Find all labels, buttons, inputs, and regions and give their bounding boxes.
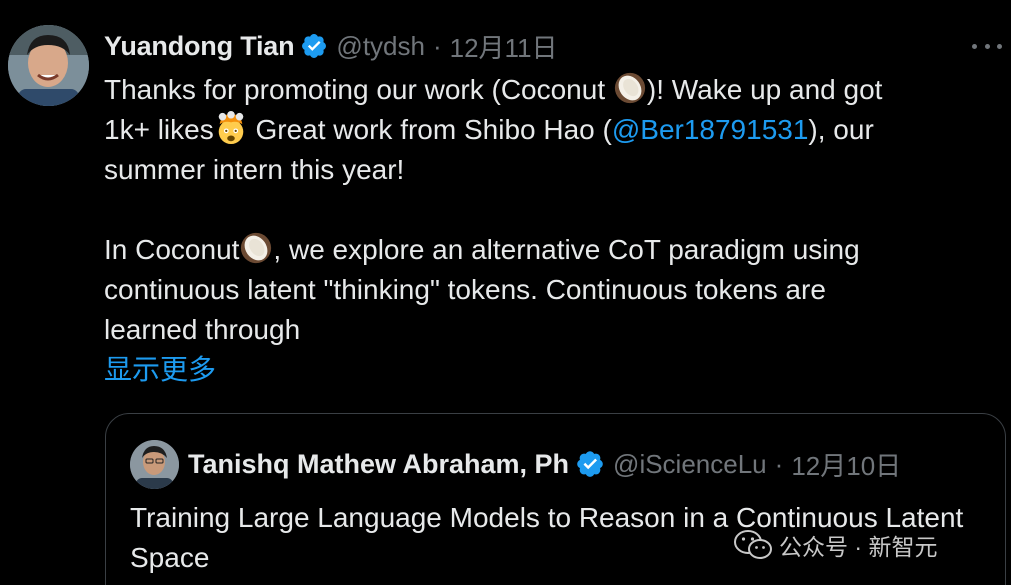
coconut-emoji-icon bbox=[241, 232, 272, 264]
quoted-header-separator: · bbox=[774, 448, 784, 479]
coconut-emoji-icon bbox=[614, 72, 646, 104]
tweet-header: Yuandong Tian @tydsh · 12月11日 bbox=[104, 26, 558, 66]
show-more-link[interactable]: 显示更多 bbox=[104, 354, 216, 385]
author-handle[interactable]: @tydsh bbox=[336, 31, 425, 62]
tweet-line-1: Thanks for promoting our work (Coconut )… bbox=[104, 70, 994, 110]
mention-link[interactable]: @Ber18791531 bbox=[612, 114, 809, 145]
quoted-author-handle[interactable]: @iScienceLu bbox=[613, 449, 767, 480]
author-avatar[interactable] bbox=[8, 25, 89, 106]
quoted-author-name[interactable]: Tanishq Mathew Abraham, Ph bbox=[188, 449, 569, 480]
tweet-line-6: learned through bbox=[104, 314, 301, 345]
tweet-line-5: continuous latent "thinking" tokens. Con… bbox=[104, 274, 826, 305]
exploding-head-emoji-icon bbox=[218, 111, 243, 145]
header-separator: · bbox=[432, 30, 442, 61]
author-name[interactable]: Yuandong Tian bbox=[104, 31, 295, 62]
quoted-tweet-timestamp[interactable]: 12月10日 bbox=[791, 446, 901, 483]
verified-badge-icon[interactable] bbox=[300, 32, 328, 60]
more-options-icon[interactable] bbox=[970, 36, 1004, 56]
tweet-text: Thanks for promoting our work (Coconut )… bbox=[104, 70, 994, 390]
verified-badge-icon[interactable] bbox=[575, 449, 605, 479]
watermark: 公众号 · 新智元 bbox=[733, 527, 937, 563]
wechat-icon bbox=[734, 530, 772, 559]
quoted-tweet-header: Tanishq Mathew Abraham, Ph @iScienceLu ·… bbox=[188, 444, 988, 484]
watermark-text: 公众号 · 新智元 bbox=[779, 534, 938, 560]
tweet[interactable]: Yuandong Tian @tydsh · 12月11日 Thanks for… bbox=[0, 0, 1011, 585]
tweet-line-4: In Coconut, we explore an alternative Co… bbox=[104, 230, 994, 270]
tweet-timestamp[interactable]: 12月11日 bbox=[450, 28, 558, 65]
tweet-line-2: 1k+ likes Great work from Shibo Hao (@Be… bbox=[104, 110, 994, 150]
quoted-author-avatar[interactable] bbox=[130, 440, 179, 489]
tweet-line-3: summer intern this year! bbox=[104, 154, 405, 185]
